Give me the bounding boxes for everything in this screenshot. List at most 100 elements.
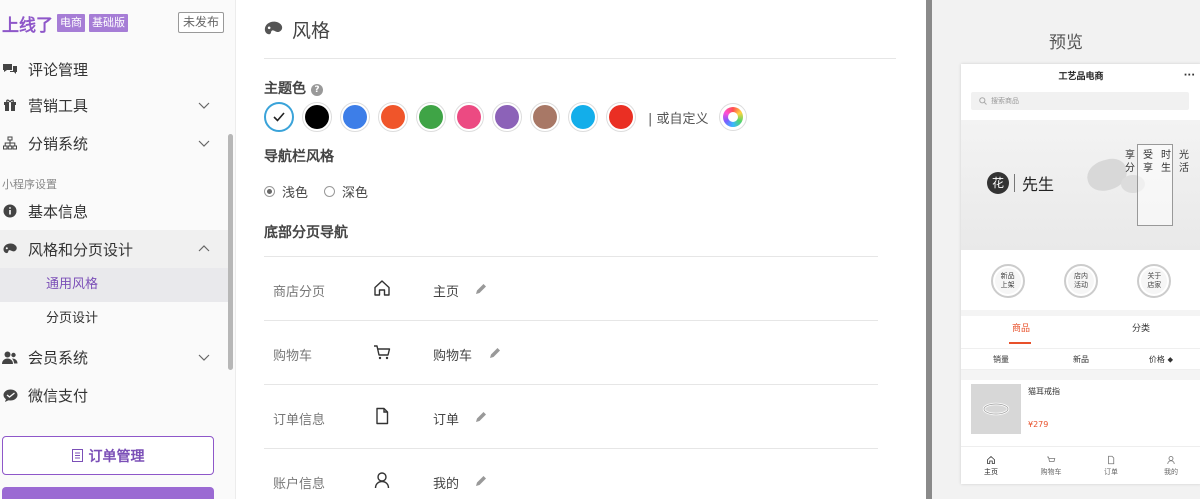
bottom-nav-table: 商店分页 主页 购物车 购物车 订单信息 订单 账户信息 我的 — [264, 256, 878, 499]
pencil-icon[interactable] — [474, 410, 488, 424]
sidebar-item-comments[interactable]: 评论管理 — [0, 50, 228, 88]
nav-category: 商店分页 — [273, 285, 326, 300]
banner-vertical-col: 受享 — [1140, 149, 1152, 175]
phone-gap — [961, 370, 1200, 380]
chevron-up-icon — [198, 245, 210, 252]
user-icon — [1167, 455, 1175, 464]
sidebar-item-distribution[interactable]: 分销系统 — [0, 124, 228, 162]
search-icon — [979, 97, 987, 105]
wechat-icon — [2, 387, 18, 403]
phone-search: 搜索商品 — [971, 92, 1189, 110]
sidebar-item-marketing[interactable]: 营销工具 — [0, 86, 228, 124]
sidebar-item-wechat-pay[interactable]: 微信支付 — [0, 376, 228, 414]
swatch-red[interactable] — [606, 102, 636, 132]
phone-nav-orders: 订单 — [1081, 447, 1141, 484]
sort-new: 新品 — [1073, 355, 1089, 364]
radio-light[interactable] — [264, 186, 275, 197]
nav-name: 购物车 — [433, 349, 473, 364]
brand-tag-ecommerce: 电商 — [57, 14, 85, 32]
phone-nav-label: 购物车 — [1040, 467, 1062, 476]
banner-vertical-col: 享分 — [1122, 149, 1134, 175]
nav-category: 账户信息 — [273, 477, 326, 492]
sidebar-item-membership[interactable]: 会员系统 — [0, 338, 228, 376]
document-icon[interactable] — [372, 406, 392, 426]
pencil-icon[interactable] — [474, 474, 488, 488]
swatch-cyan[interactable] — [568, 102, 598, 132]
swatch-white[interactable] — [264, 102, 294, 132]
unpublished-badge[interactable]: 未发布 — [178, 12, 224, 33]
swatch-green[interactable] — [416, 102, 446, 132]
sidebar-item-style-design[interactable]: 风格和分页设计 — [0, 230, 228, 268]
home-icon — [987, 455, 995, 464]
swatch-black[interactable] — [302, 102, 332, 132]
phone-bottom-nav: 主页 购物车 订单 我的 — [961, 446, 1200, 484]
navbar-style-label: 导航栏风格 — [264, 149, 334, 165]
section-label-miniprogram-settings: 小程序设置 — [2, 178, 57, 191]
swatch-dot — [609, 105, 633, 129]
list-icon — [71, 449, 83, 462]
chevron-down-icon — [198, 102, 210, 109]
sidebar-item-label: 营销工具 — [28, 96, 89, 115]
sidebar-item-label: 基本信息 — [28, 202, 89, 221]
main-panel: 风格 主题色? | 或自定义 导航栏风格 浅色 深色 底部分页导航 商店分页 主… — [236, 0, 926, 499]
table-row: 账户信息 我的 — [264, 448, 878, 499]
phone-tab-indicator — [1009, 342, 1031, 344]
nav-name: 主页 — [433, 285, 460, 300]
swatch-pink[interactable] — [454, 102, 484, 132]
palette-icon — [2, 241, 18, 257]
radio-dark[interactable] — [324, 186, 336, 197]
sidebar-item-label: 会员系统 — [28, 348, 89, 367]
sidebar-scrollbar[interactable] — [228, 134, 233, 370]
brand-logo: 上线了 — [2, 15, 53, 36]
chevron-down-icon — [198, 140, 210, 147]
swatch-blue[interactable] — [340, 102, 370, 132]
nav-name: 我的 — [433, 477, 460, 492]
circle-label: 店内 活动 — [1073, 272, 1088, 289]
swatch-orange[interactable] — [378, 102, 408, 132]
custom-color-picker[interactable] — [718, 103, 747, 131]
gift-icon — [2, 97, 18, 113]
phone-nav-home: 主页 — [961, 447, 1021, 484]
sidebar-subitem-page-design[interactable]: 分页设计 — [0, 302, 228, 336]
secondary-action-button[interactable] — [2, 487, 214, 499]
sidebar-subitem-general-style[interactable]: 通用风格 — [0, 268, 228, 302]
phone-circle-links: 新品 上架 店内 活动 关于 店家 — [961, 258, 1200, 304]
page-title-text: 风格 — [292, 20, 331, 42]
swatch-dot — [571, 105, 595, 129]
radio-light-label: 浅色 — [282, 186, 309, 201]
comments-icon — [2, 61, 18, 77]
help-icon[interactable]: ? — [311, 84, 323, 96]
sidebar-item-label: 风格和分页设计 — [28, 240, 134, 259]
more-icon: ··· — [1183, 70, 1195, 81]
pencil-icon[interactable] — [474, 282, 488, 296]
palette-icon — [264, 21, 283, 35]
swatch-brown[interactable] — [530, 102, 560, 132]
phone-sort-bar: 销量 新品 价格 ⬥ — [961, 348, 1200, 370]
phone-shop-name: 工艺品电商 — [1058, 72, 1104, 82]
swatch-dot — [495, 105, 519, 129]
phone-banner: 花 先生 享分 受享 时生 光活 — [961, 120, 1200, 250]
banner-vertical-col: 光活 — [1176, 149, 1188, 175]
home-icon[interactable] — [372, 278, 392, 298]
theme-color-label-text: 主题色 — [264, 81, 306, 97]
sidebar: 上线了 电商 基础版 未发布 评论管理 营销工具 分销系统 小程序设置 基本信息… — [0, 0, 236, 499]
sidebar-item-label: 评论管理 — [28, 60, 89, 79]
circle-label: 关于 店家 — [1147, 272, 1162, 289]
page-title: 风格 — [264, 16, 330, 43]
order-management-button[interactable]: 订单管理 — [2, 436, 214, 475]
phone-nav-cart: 购物车 — [1021, 447, 1081, 484]
radio-dark-label: 深色 — [342, 186, 369, 201]
info-icon — [2, 203, 18, 219]
nav-category: 订单信息 — [273, 413, 326, 428]
theme-swatches: | 或自定义 — [264, 102, 747, 132]
pencil-icon[interactable] — [488, 346, 502, 360]
sitemap-icon — [2, 135, 18, 151]
swatch-purple[interactable] — [492, 102, 522, 132]
banner-vertical-text: 享分 受享 时生 光活 — [1123, 144, 1188, 226]
sidebar-item-label: 微信支付 — [28, 386, 89, 405]
user-icon[interactable] — [372, 470, 392, 490]
product-name: 猫耳戒指 — [1028, 387, 1060, 396]
sidebar-item-basic-info[interactable]: 基本信息 — [0, 192, 228, 230]
cart-icon[interactable] — [372, 342, 392, 362]
table-row: 订单信息 订单 — [264, 384, 878, 448]
